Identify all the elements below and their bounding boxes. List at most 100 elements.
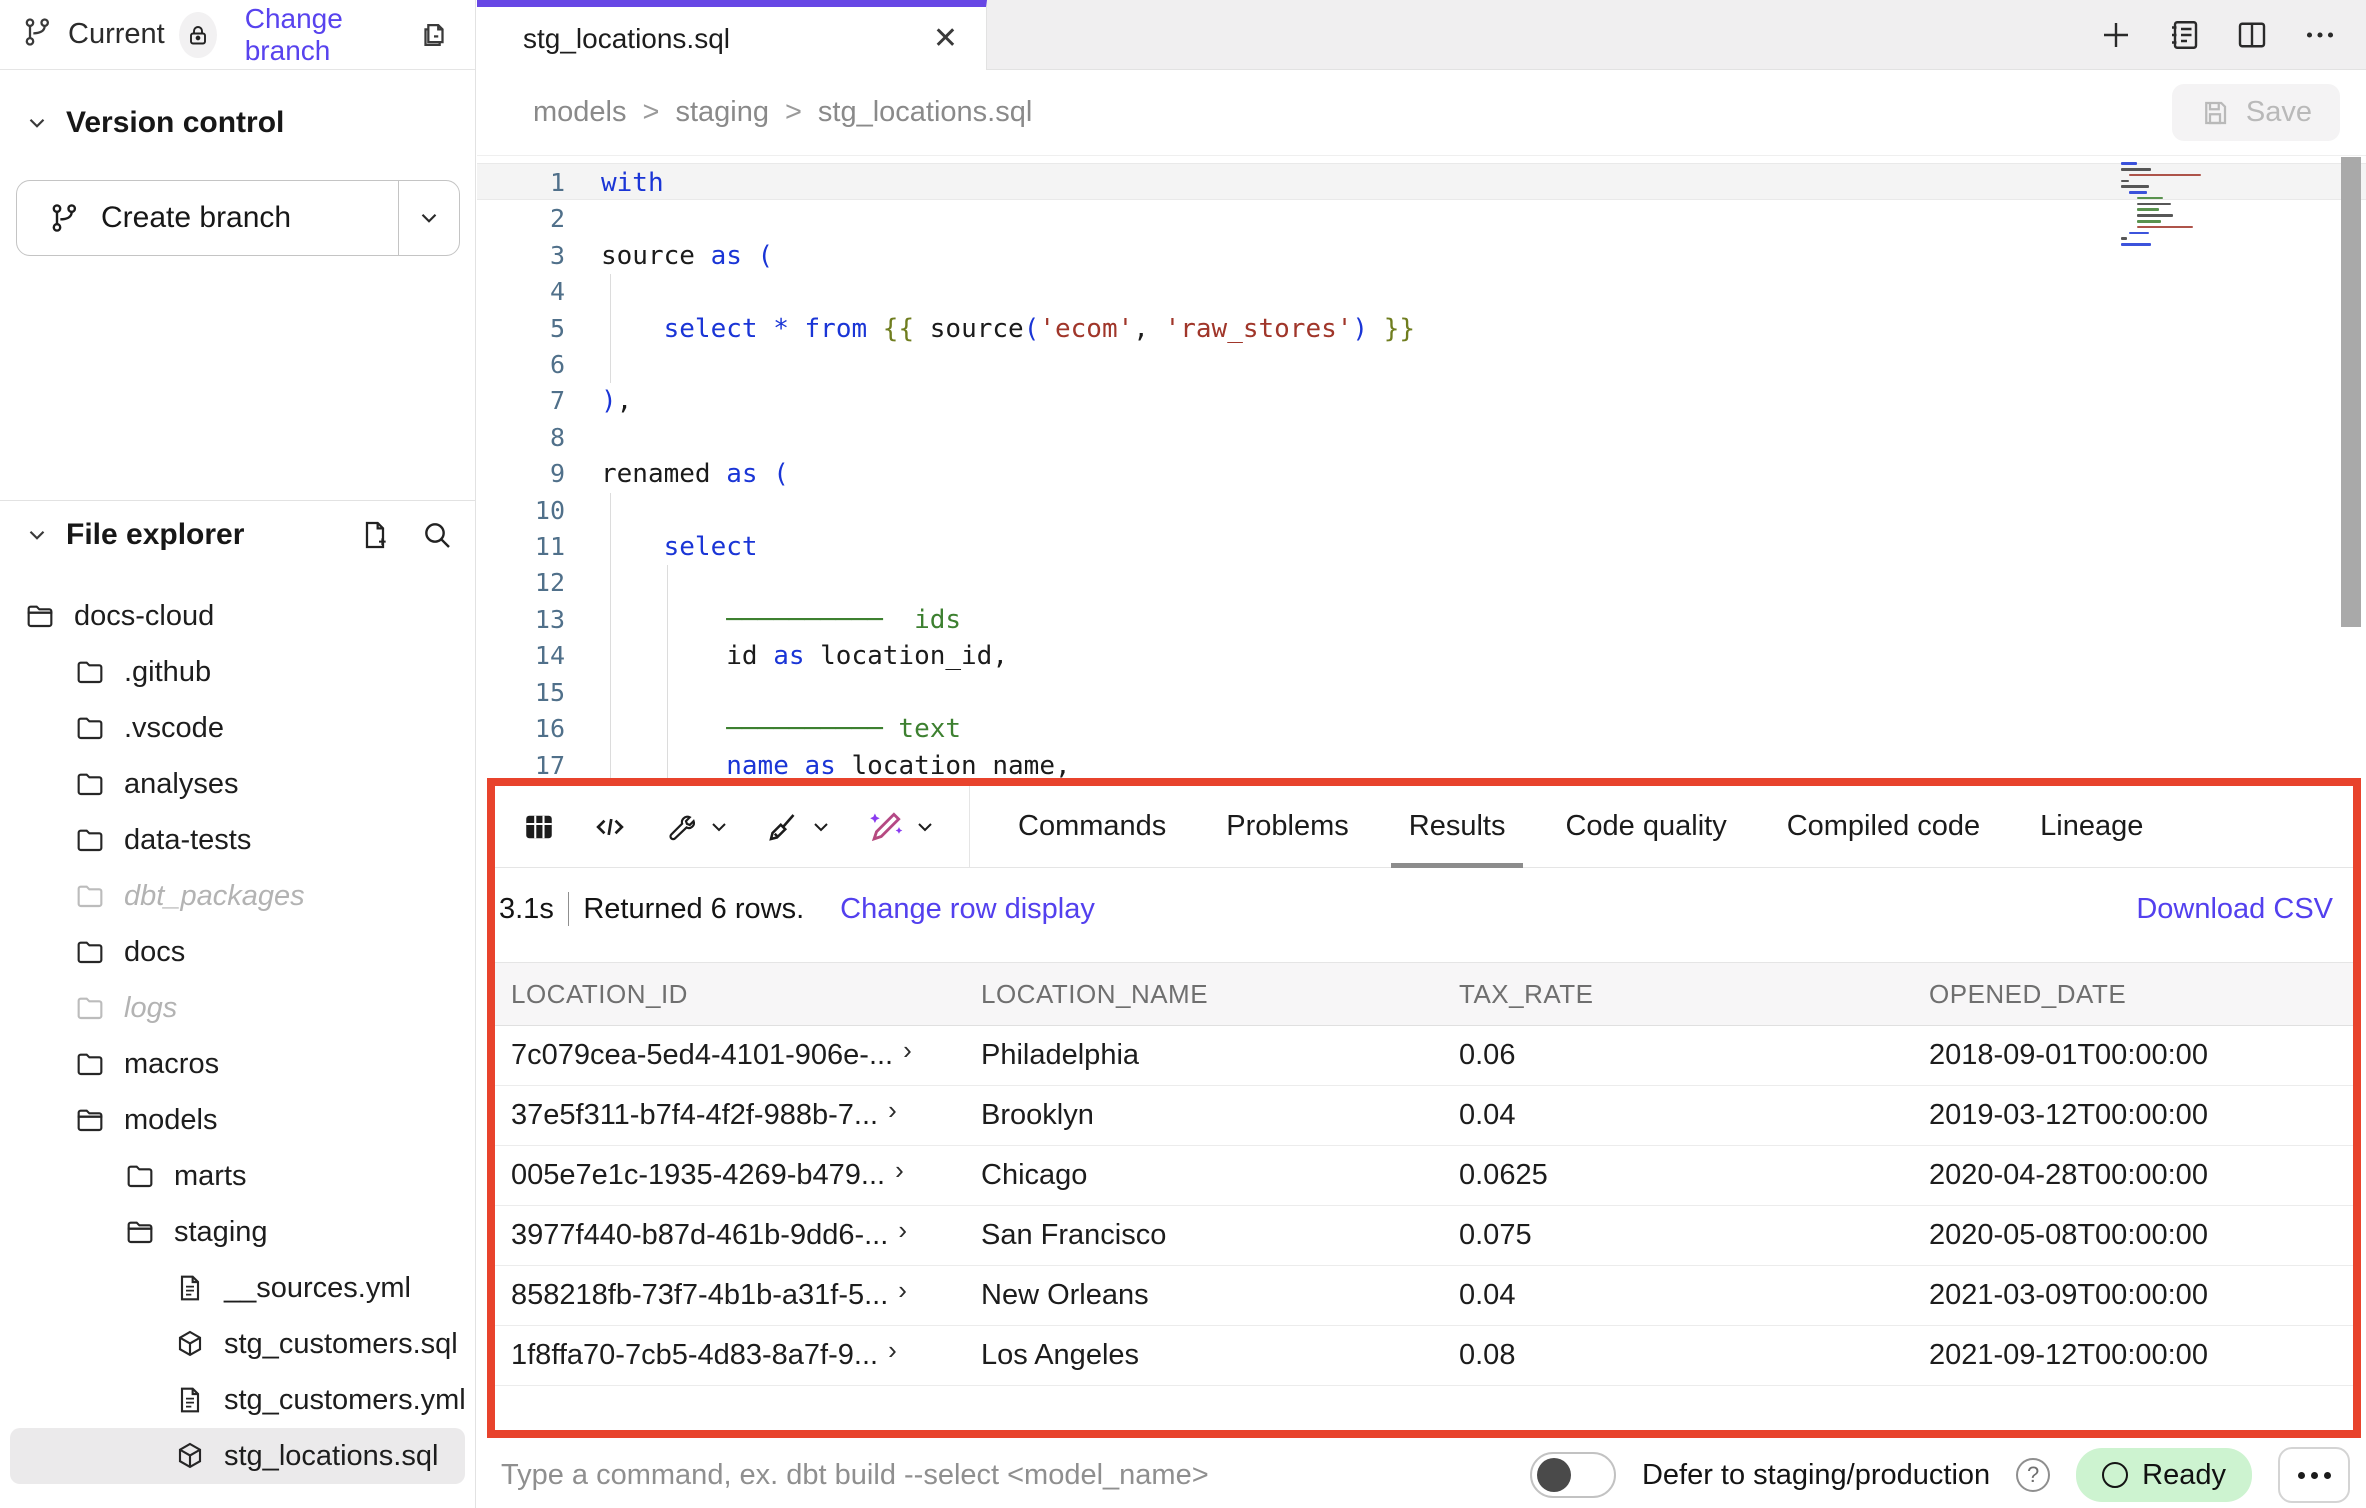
file-tree-item-data-tests[interactable]: data-tests — [10, 812, 465, 868]
panel-tab-code-quality[interactable]: Code quality — [1547, 786, 1744, 867]
file-tree-item-macros[interactable]: macros — [10, 1036, 465, 1092]
file-tree-item-stg-customers-yml[interactable]: stg_customers.yml — [10, 1372, 465, 1428]
save-icon — [2200, 98, 2230, 128]
cleanup-button[interactable] — [753, 809, 845, 845]
editor-tab-stg-locations[interactable]: stg_locations.sql ✕ — [477, 0, 987, 70]
line-number: 7 — [477, 383, 565, 419]
change-row-display-link[interactable]: Change row display — [840, 893, 1095, 926]
new-file-icon[interactable] — [359, 519, 391, 551]
cell-tax-rate: 0.06 — [1443, 1039, 1913, 1072]
preview-table-icon[interactable] — [509, 809, 569, 845]
editor-scrollbar[interactable] — [2341, 157, 2361, 627]
create-branch-button[interactable]: Create branch — [16, 180, 460, 256]
code-toggle-icon[interactable] — [579, 808, 641, 846]
file-icon — [174, 1272, 206, 1304]
line-number: 16 — [477, 711, 565, 747]
expand-cell-icon[interactable]: › — [903, 1039, 912, 1066]
expand-cell-icon[interactable]: › — [895, 1159, 904, 1186]
file-tree-label: stg_customers.sql — [224, 1328, 458, 1361]
more-options-icon[interactable] — [2302, 17, 2338, 53]
create-branch-main[interactable]: Create branch — [17, 181, 399, 255]
split-view-icon[interactable] — [2234, 17, 2270, 53]
defer-toggle[interactable] — [1530, 1452, 1616, 1498]
line-number: 15 — [477, 675, 565, 711]
ai-assist-button[interactable] — [855, 808, 949, 846]
overflow-menu-button[interactable] — [2278, 1447, 2350, 1503]
chevron-down-icon — [809, 815, 833, 839]
file-tree-item-marts[interactable]: marts — [10, 1148, 465, 1204]
panel-tab-problems[interactable]: Problems — [1208, 786, 1367, 867]
search-icon[interactable] — [421, 519, 453, 551]
expand-cell-icon[interactable]: › — [898, 1219, 907, 1246]
version-control-section[interactable]: Version control — [0, 70, 475, 140]
column-header[interactable]: TAX_RATE — [1443, 979, 1913, 1010]
expand-cell-icon[interactable]: › — [898, 1279, 907, 1306]
file-tree-item-docs-cloud[interactable]: docs-cloud — [10, 588, 465, 644]
download-csv-link[interactable]: Download CSV — [2136, 893, 2333, 926]
file-tree-item-logs[interactable]: logs — [10, 980, 465, 1036]
table-row[interactable]: 37e5f311-b7f4-4f2f-988b-7...›Brooklyn0.0… — [495, 1086, 2353, 1146]
file-tree-item--github[interactable]: .github — [10, 644, 465, 700]
breadcrumb-item[interactable]: stg_locations.sql — [818, 96, 1032, 129]
expand-cell-icon[interactable]: › — [888, 1339, 897, 1366]
breadcrumb-item[interactable]: models — [533, 96, 627, 129]
file-tree-item-models[interactable]: models — [10, 1092, 465, 1148]
code-line: select — [601, 529, 2106, 565]
file-explorer-header[interactable]: File explorer — [24, 518, 453, 552]
cell-location-id: 1f8ffa70-7cb5-4d83-8a7f-9...› — [495, 1339, 965, 1372]
file-tree-item-stg-locations-sql[interactable]: stg_locations.sql — [10, 1428, 465, 1484]
file-tree-label: .vscode — [124, 712, 224, 745]
column-header[interactable]: LOCATION_NAME — [965, 979, 1443, 1010]
file-tree-label: macros — [124, 1048, 219, 1081]
file-tree-item-docs[interactable]: docs — [10, 924, 465, 980]
panel-tab-results[interactable]: Results — [1391, 786, 1524, 867]
table-row[interactable]: 7c079cea-5ed4-4101-906e-...›Philadelphia… — [495, 1026, 2353, 1086]
file-tree-item-staging[interactable]: staging — [10, 1204, 465, 1260]
column-header[interactable]: LOCATION_ID — [495, 979, 965, 1010]
panel-tabs: Commands Problems Results Code quality Compi… — [970, 786, 2161, 867]
file-tree-item-stg-customers-sql[interactable]: stg_customers.sql — [10, 1316, 465, 1372]
folder-open-icon — [124, 1216, 156, 1248]
cell-location-name: Los Angeles — [965, 1339, 1443, 1372]
column-header[interactable]: OPENED_DATE — [1913, 979, 2353, 1010]
new-tab-plus-icon[interactable] — [2098, 17, 2134, 53]
file-tree-label: docs — [124, 936, 185, 969]
code-area[interactable]: with source as ( select * from {{ source… — [601, 165, 2106, 779]
file-tree-label: marts — [174, 1160, 247, 1193]
change-branch-link[interactable]: Change branch — [245, 3, 403, 67]
file-tree-item-dbt-packages[interactable]: dbt_packages — [10, 868, 465, 924]
table-row[interactable]: 005e7e1c-1935-4269-b479...›Chicago0.0625… — [495, 1146, 2353, 1206]
git-branch-icon — [49, 202, 81, 234]
panel-tab-compiled-code[interactable]: Compiled code — [1769, 786, 1998, 867]
current-branch-label: Current — [68, 18, 165, 51]
table-row[interactable]: 1f8ffa70-7cb5-4d83-8a7f-9...›Los Angeles… — [495, 1326, 2353, 1386]
duplicate-docs-icon[interactable] — [417, 18, 451, 52]
file-tree-label: .github — [124, 656, 211, 689]
file-tree-item--vscode[interactable]: .vscode — [10, 700, 465, 756]
create-branch-dropdown[interactable] — [399, 181, 459, 255]
code-line — [601, 493, 2106, 529]
build-tools-button[interactable] — [651, 809, 743, 845]
folder-icon — [74, 992, 106, 1024]
panel-tab-commands[interactable]: Commands — [1000, 786, 1184, 867]
expand-cell-icon[interactable]: › — [888, 1099, 897, 1126]
panel-tab-lineage[interactable]: Lineage — [2022, 786, 2161, 867]
file-tree-item--sources-yml[interactable]: __sources.yml — [10, 1260, 465, 1316]
tab-close-icon[interactable]: ✕ — [933, 21, 958, 56]
cell-opened-date: 2021-09-12T00:00:00 — [1913, 1339, 2353, 1372]
code-editor[interactable]: 1234567891011121314151617 with source as… — [477, 157, 2366, 779]
command-input[interactable] — [501, 1459, 1504, 1492]
help-icon[interactable]: ? — [2016, 1458, 2050, 1492]
save-button[interactable]: Save — [2172, 84, 2340, 141]
command-bar: Defer to staging/production ? Ready — [477, 1442, 2366, 1508]
breadcrumb-separator: > — [643, 96, 660, 129]
table-row[interactable]: 3977f440-b87d-461b-9dd6-...›San Francisc… — [495, 1206, 2353, 1266]
file-icon — [174, 1384, 206, 1416]
notebook-icon[interactable] — [2166, 17, 2202, 53]
indent-guide — [667, 565, 668, 779]
code-line: select * from {{ source('ecom', 'raw_sto… — [601, 311, 2106, 347]
file-tree-item-analyses[interactable]: analyses — [10, 756, 465, 812]
indent-guide — [610, 493, 611, 779]
table-row[interactable]: 858218fb-73f7-4b1b-a31f-5...›New Orleans… — [495, 1266, 2353, 1326]
breadcrumb-item[interactable]: staging — [675, 96, 769, 129]
